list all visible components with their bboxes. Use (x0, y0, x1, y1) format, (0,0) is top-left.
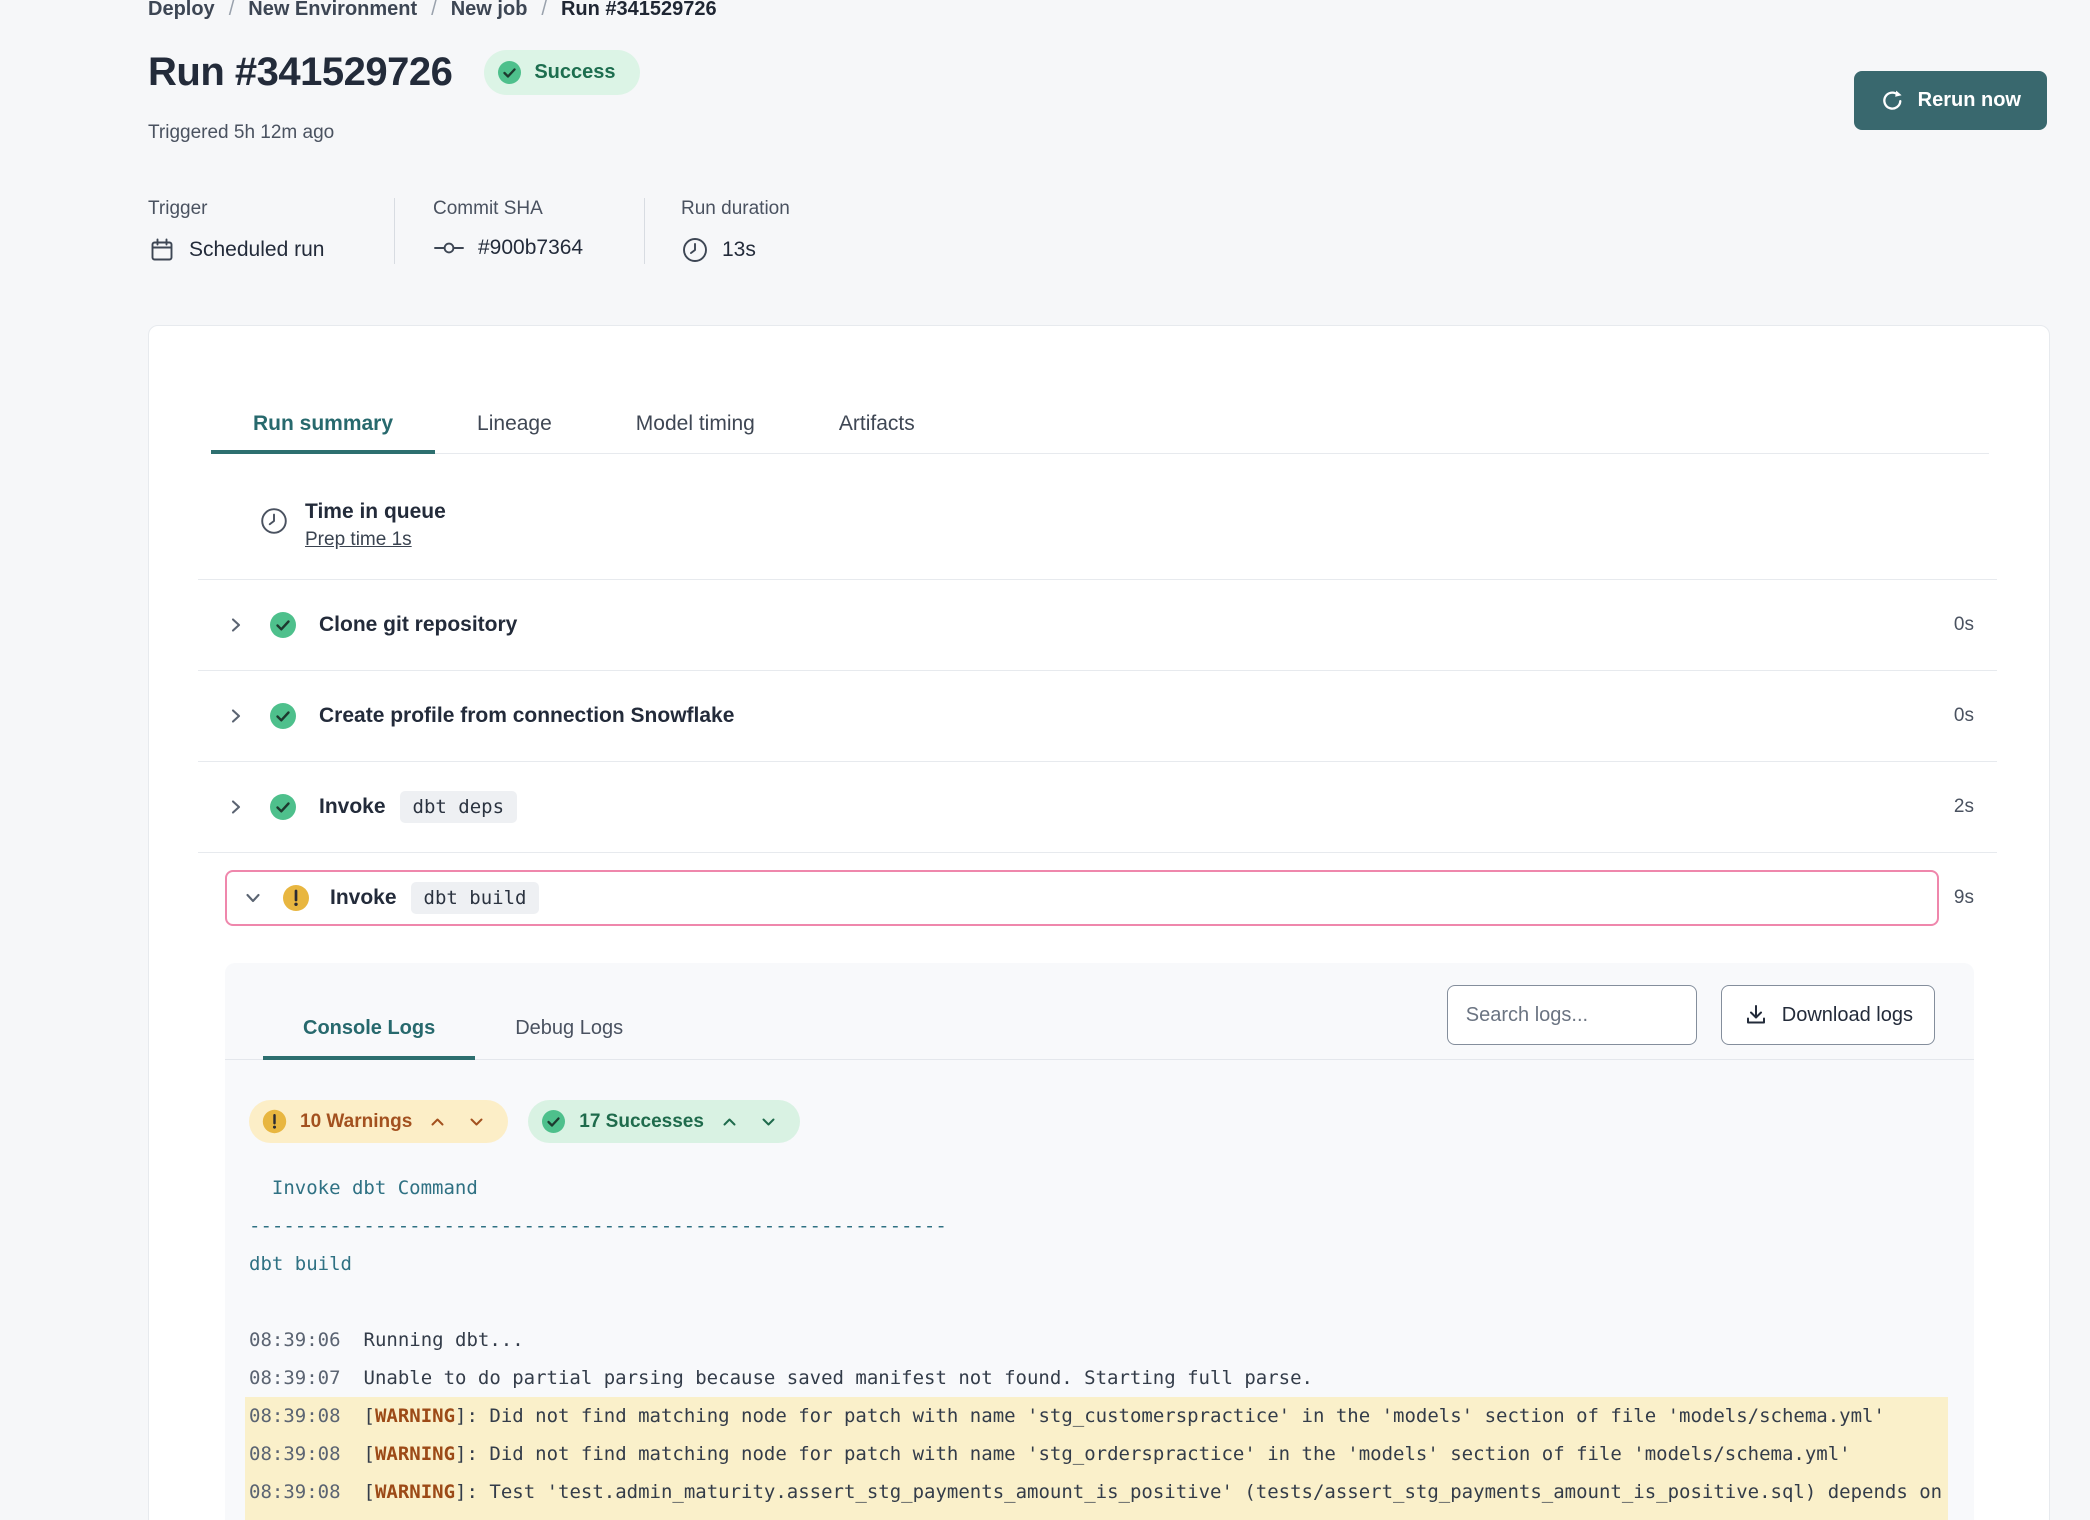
log-panel: Console Logs Debug Logs Download logs (225, 963, 1974, 1520)
step-title: Invoke (330, 886, 397, 910)
chevron-right-icon[interactable] (226, 615, 246, 635)
step-title: Clone git repository (319, 613, 517, 637)
log-toolbar: Console Logs Debug Logs Download logs (225, 963, 1974, 1060)
commit-sha-value: #900b7364 (478, 236, 583, 260)
warning-icon (261, 1108, 288, 1135)
step-duration: 9s (1954, 887, 1974, 909)
log-line: 08:39:07Unable to do partial parsing bec… (245, 1359, 1948, 1397)
log-controls: Download logs (1447, 985, 1935, 1045)
successes-count-label: 17 Successes (579, 1111, 704, 1133)
console-log-output: Invoke dbt Command ---------------------… (225, 1169, 1974, 1520)
commit-sha-label: Commit SHA (433, 198, 644, 220)
chevron-down-icon[interactable] (243, 888, 263, 908)
step-row-create-profile[interactable]: Create profile from connection Snowflake… (198, 670, 1997, 761)
log-command-header: Invoke dbt Command (245, 1169, 1948, 1207)
breadcrumb-current-run: Run #341529726 (561, 0, 717, 21)
log-summary-badges: 10 Warnings 17 Successes (249, 1100, 1974, 1143)
page-title: Run #341529726 (148, 50, 452, 95)
warnings-next-button[interactable] (463, 1113, 490, 1131)
prep-time-link[interactable]: Prep time 1s (305, 529, 446, 551)
run-summary-card: Run summary Lineage Model timing Artifac… (148, 325, 2050, 1520)
refresh-icon (1880, 88, 1905, 113)
rerun-now-button[interactable]: Rerun now (1854, 71, 2047, 130)
status-badge-label: Success (534, 61, 615, 84)
breadcrumb-separator: / (431, 0, 437, 21)
time-in-queue-section: Time in queue Prep time 1s (259, 500, 1997, 579)
success-check-icon (496, 59, 523, 86)
search-logs-input[interactable] (1447, 985, 1697, 1045)
tab-console-logs[interactable]: Console Logs (263, 1017, 475, 1060)
warnings-count-label: 10 Warnings (300, 1111, 412, 1133)
meta-trigger: Trigger Scheduled run (148, 198, 394, 264)
tab-artifacts[interactable]: Artifacts (797, 412, 957, 454)
log-warning-line: 08:39:08[WARNING]: Test 'test.admin_matu… (245, 1473, 1948, 1520)
step-duration: 2s (1954, 796, 1974, 818)
tab-run-summary[interactable]: Run summary (211, 412, 435, 454)
step-row-clone-git[interactable]: Clone git repository 0s (198, 579, 1997, 670)
step-command-chip: dbt build (411, 882, 540, 914)
successes-next-button[interactable] (755, 1113, 782, 1131)
step-expanded-box[interactable]: Invoke dbt build (225, 870, 1939, 926)
meta-duration: Run duration 13s (644, 198, 790, 264)
meta-commit: Commit SHA #900b7364 (394, 198, 644, 264)
tab-debug-logs[interactable]: Debug Logs (475, 1017, 663, 1060)
log-command: dbt build (245, 1245, 1948, 1283)
calendar-icon (148, 236, 176, 264)
run-duration-value: 13s (722, 238, 756, 262)
successes-count-badge[interactable]: 17 Successes (528, 1100, 800, 1143)
success-check-icon (540, 1108, 567, 1135)
run-duration-label: Run duration (681, 198, 790, 220)
chevron-right-icon[interactable] (226, 797, 246, 817)
warnings-prev-button[interactable] (424, 1113, 451, 1131)
status-badge: Success (484, 50, 639, 95)
run-detail-page: Deploy / New Environment / New job / Run… (0, 0, 2090, 1520)
successes-prev-button[interactable] (716, 1113, 743, 1131)
breadcrumb: Deploy / New Environment / New job / Run… (148, 0, 717, 21)
log-tabs: Console Logs Debug Logs (263, 1017, 663, 1059)
run-meta-row: Trigger Scheduled run Commit SHA #900b73… (148, 198, 790, 264)
step-row-dbt-deps[interactable]: Invoke dbt deps 2s (198, 761, 1997, 852)
download-logs-button[interactable]: Download logs (1721, 985, 1935, 1045)
header-title-row: Run #341529726 Success (148, 50, 640, 95)
commit-icon (433, 238, 465, 258)
tab-model-timing[interactable]: Model timing (594, 412, 797, 454)
log-blank-line (245, 1283, 1948, 1321)
breadcrumb-environment[interactable]: New Environment (248, 0, 417, 21)
step-command-chip: dbt deps (400, 791, 518, 823)
warnings-count-badge[interactable]: 10 Warnings (249, 1100, 508, 1143)
step-title: Create profile from connection Snowflake (319, 704, 734, 728)
log-warning-line: 08:39:08[WARNING]: Did not find matching… (245, 1435, 1948, 1473)
success-check-icon (268, 701, 298, 731)
step-row-dbt-build: Invoke dbt build 9s (198, 852, 1997, 943)
breadcrumb-job[interactable]: New job (451, 0, 528, 21)
breadcrumb-separator: / (541, 0, 547, 21)
rerun-now-label: Rerun now (1918, 89, 2021, 112)
time-in-queue-title: Time in queue (305, 500, 446, 524)
clock-icon (259, 500, 289, 551)
step-title: Invoke (319, 795, 386, 819)
breadcrumb-deploy[interactable]: Deploy (148, 0, 215, 21)
download-icon (1743, 1002, 1769, 1028)
download-logs-label: Download logs (1782, 1004, 1913, 1027)
trigger-value: Scheduled run (189, 238, 324, 262)
breadcrumb-separator: / (229, 0, 235, 21)
log-line: 08:39:06Running dbt... (245, 1321, 1948, 1359)
clock-icon (681, 236, 709, 264)
success-check-icon (268, 610, 298, 640)
triggered-timestamp: Triggered 5h 12m ago (148, 122, 334, 144)
chevron-right-icon[interactable] (226, 706, 246, 726)
log-warning-line: 08:39:08[WARNING]: Did not find matching… (245, 1397, 1948, 1435)
step-duration: 0s (1954, 614, 1974, 636)
warning-icon (281, 883, 311, 913)
tab-lineage[interactable]: Lineage (435, 412, 594, 454)
log-divider-line: ----------------------------------------… (245, 1207, 1948, 1245)
trigger-label: Trigger (148, 198, 394, 220)
run-tabs: Run summary Lineage Model timing Artifac… (211, 412, 1989, 454)
step-duration: 0s (1954, 705, 1974, 727)
success-check-icon (268, 792, 298, 822)
